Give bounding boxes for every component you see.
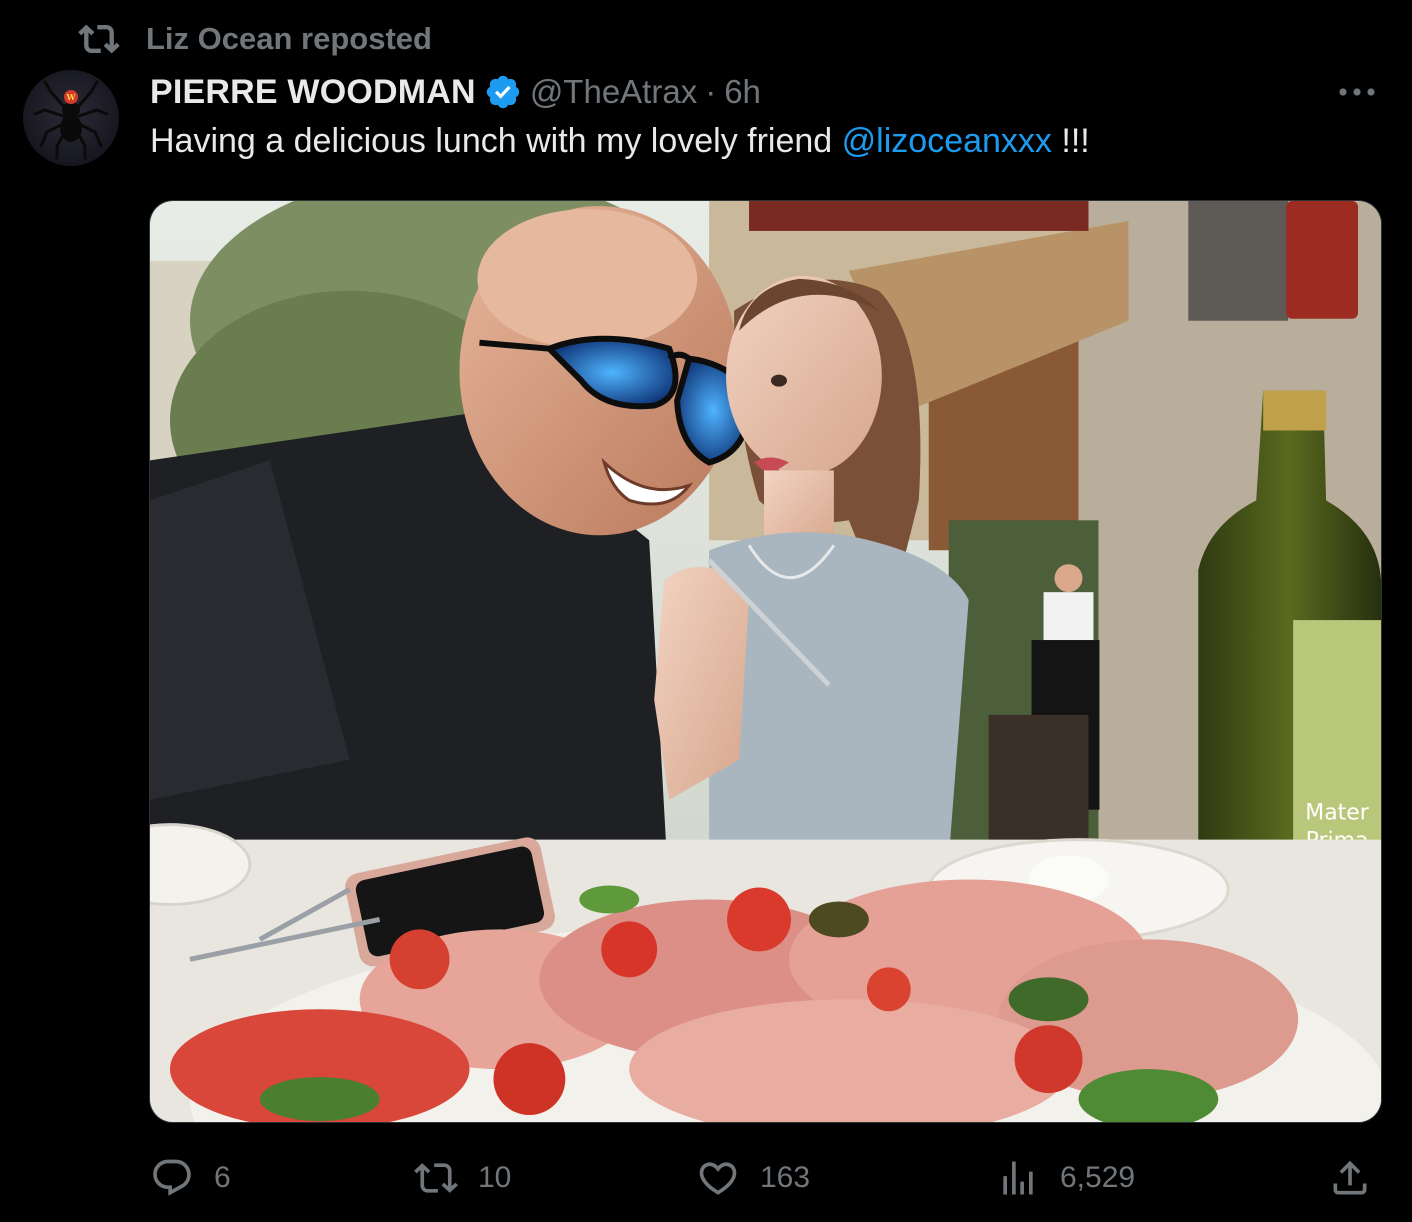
author-handle[interactable]: @TheAtrax	[530, 73, 697, 111]
like-button[interactable]: 163	[696, 1150, 810, 1206]
author-display-name[interactable]: PIERRE WOODMAN	[150, 73, 476, 112]
tweet[interactable]: Liz Ocean reposted W PIERRE WOODMAN @The…	[0, 0, 1412, 1222]
bottle-label-mater: Mater	[1305, 801, 1369, 826]
tweet-text-before: Having a delicious lunch with my lovely …	[150, 122, 842, 160]
share-icon	[1333, 1160, 1367, 1195]
tweet-photo[interactable]: Mater Prima	[149, 200, 1382, 1123]
repost-icon	[414, 1163, 458, 1193]
repost-button[interactable]: 10	[414, 1150, 511, 1206]
views-icon	[1003, 1161, 1033, 1195]
heart-icon	[699, 1162, 737, 1195]
share-button[interactable]	[1328, 1150, 1392, 1206]
reply-button[interactable]: 6	[150, 1150, 231, 1206]
more-icon	[1339, 88, 1375, 96]
separator-dot: ·	[705, 73, 717, 110]
more-options-button[interactable]	[1332, 72, 1382, 112]
repost-label: Liz Ocean reposted	[146, 21, 432, 56]
photo-image: Mater Prima	[150, 201, 1381, 1122]
avatar[interactable]: W	[23, 70, 119, 166]
tweet-timestamp[interactable]: 6h	[724, 73, 761, 111]
views-button[interactable]: 6,529	[996, 1150, 1135, 1206]
reply-count: 6	[214, 1161, 231, 1194]
repost-context[interactable]: Liz Ocean reposted	[78, 18, 432, 60]
tweet-header: PIERRE WOODMAN @TheAtrax · 6h	[150, 68, 761, 116]
reply-icon	[153, 1159, 191, 1196]
mention-link[interactable]: @lizoceanxxx	[842, 122, 1052, 160]
repost-count: 10	[478, 1161, 512, 1194]
verified-badge-icon[interactable]	[484, 73, 522, 111]
like-count: 163	[760, 1161, 811, 1194]
views-count: 6,529	[1060, 1161, 1136, 1194]
action-bar: 6 10 163 6,529	[0, 1150, 1412, 1206]
tweet-text: Having a delicious lunch with my lovely …	[150, 122, 1090, 161]
spider-icon: W	[33, 80, 109, 160]
svg-text:W: W	[66, 92, 77, 102]
tweet-text-after: !!!	[1051, 122, 1090, 160]
repost-icon	[78, 24, 120, 54]
